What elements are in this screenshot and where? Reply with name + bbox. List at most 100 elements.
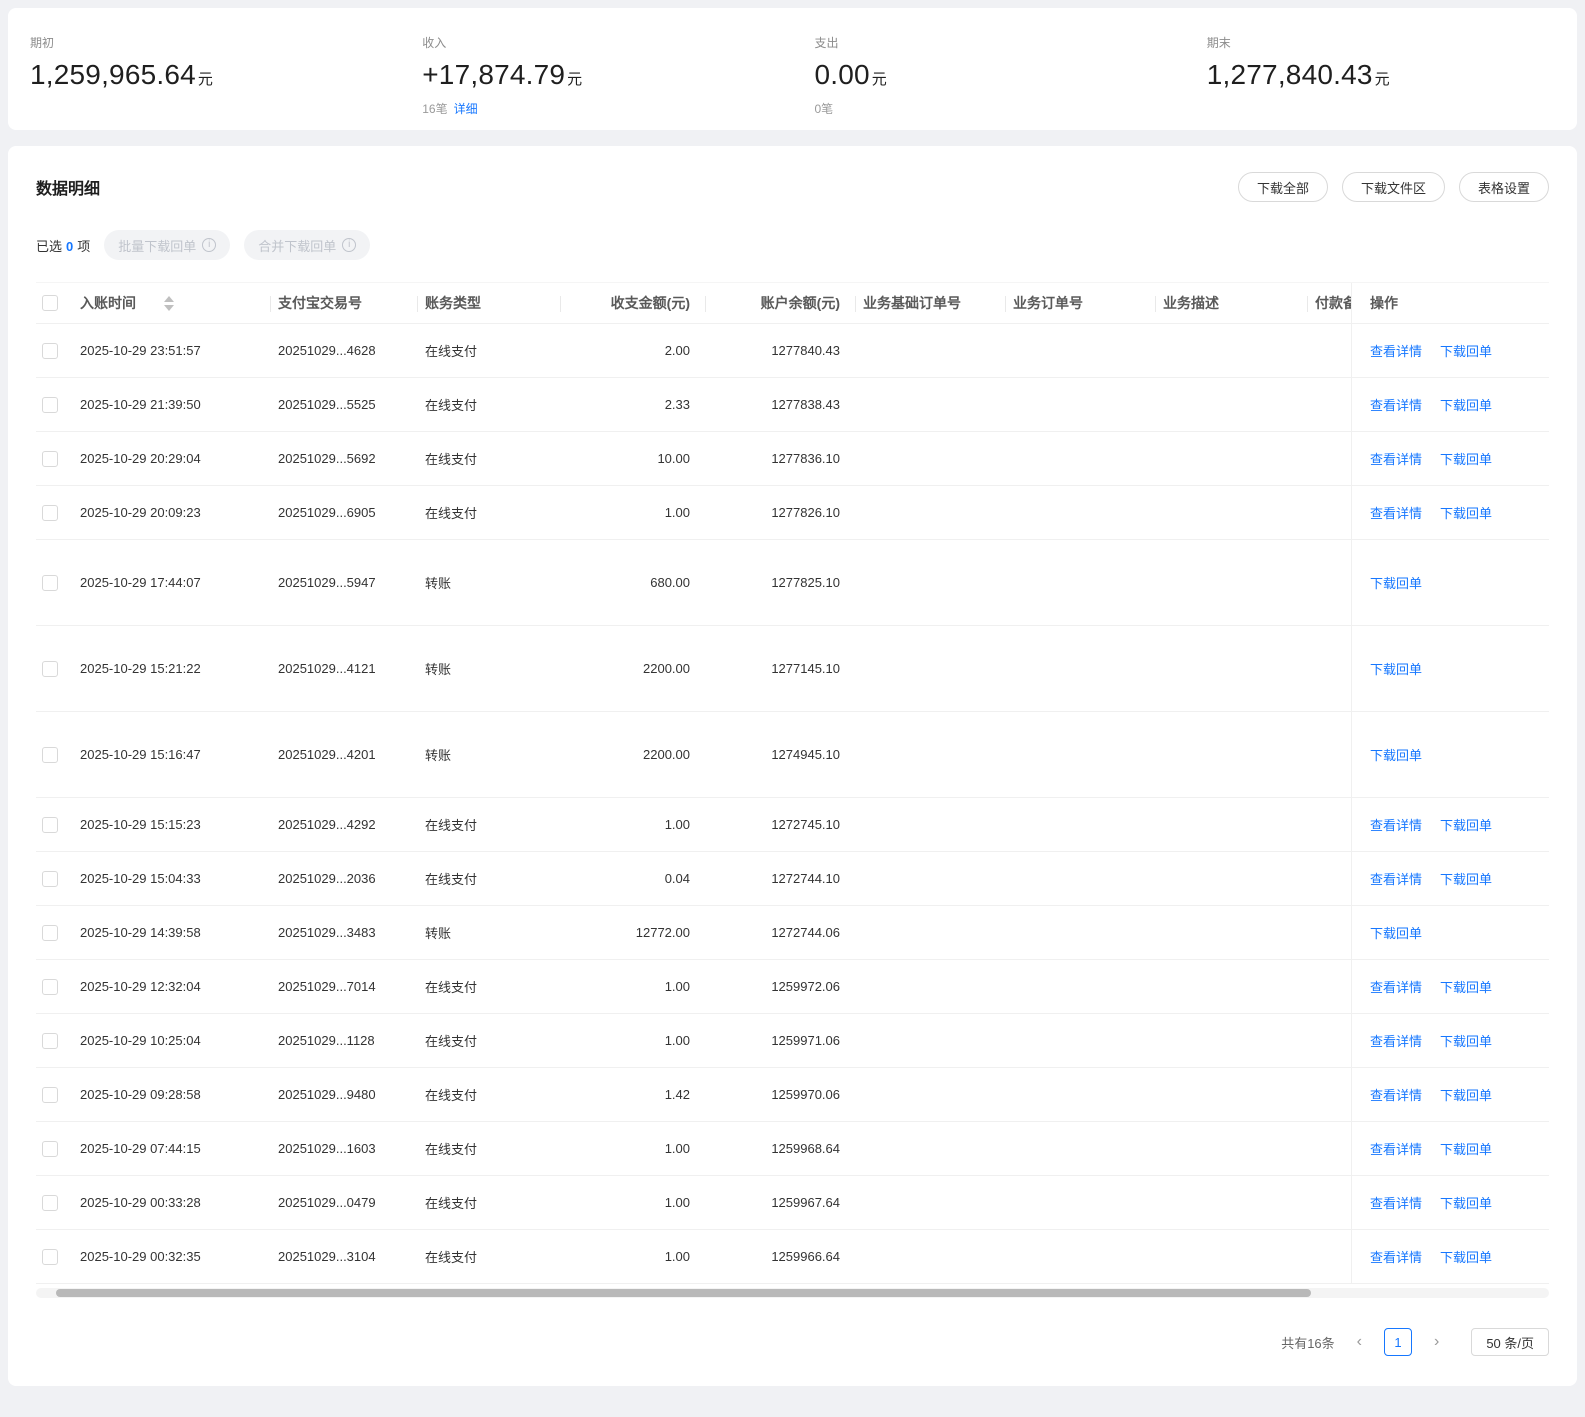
view-detail-link[interactable]: 查看详情 — [1370, 1031, 1422, 1050]
cell-type: 在线支付 — [425, 980, 478, 995]
row-checkbox[interactable] — [42, 660, 58, 677]
view-detail-link[interactable]: 查看详情 — [1370, 815, 1422, 834]
table-row: 2025-10-29 15:21:22 20251029...4121 转账 2… — [36, 626, 1549, 712]
income-detail-link[interactable]: 详细 — [454, 102, 478, 116]
cell-amount: 1.42 — [664, 1087, 690, 1102]
table-row: 2025-10-29 21:39:50 20251029...5525 在线支付… — [36, 378, 1549, 432]
row-checkbox[interactable] — [42, 1086, 58, 1103]
download-receipt-link[interactable]: 下载回单 — [1440, 869, 1492, 888]
view-detail-link[interactable]: 查看详情 — [1370, 869, 1422, 888]
currency-unit: 元 — [567, 71, 583, 88]
row-checkbox[interactable] — [42, 746, 58, 763]
table-settings-button[interactable]: 表格设置 — [1458, 172, 1549, 202]
row-checkbox[interactable] — [42, 1248, 58, 1265]
row-checkbox[interactable] — [42, 450, 58, 467]
download-all-button[interactable]: 下载全部 — [1237, 172, 1328, 202]
cell-biz-desc — [1155, 540, 1307, 625]
cell-type: 在线支付 — [425, 1034, 478, 1049]
table-row: 2025-10-29 09:28:58 20251029...9480 在线支付… — [36, 1068, 1549, 1122]
cell-balance: 1272744.10 — [771, 871, 840, 886]
cell-biz-desc — [1155, 960, 1307, 1013]
row-checkbox[interactable] — [42, 396, 58, 413]
download-receipt-link[interactable]: 下载回单 — [1370, 573, 1422, 592]
cell-txn: 20251029...1128 — [278, 1033, 375, 1048]
cell-time: 2025-10-29 21:39:50 — [80, 397, 201, 412]
view-detail-link[interactable]: 查看详情 — [1370, 341, 1422, 360]
row-checkbox[interactable] — [42, 1140, 58, 1157]
summary-ending: 期末 1,277,840.43 元 — [1185, 34, 1577, 114]
download-receipt-link[interactable]: 下载回单 — [1440, 1031, 1492, 1050]
header-buttons: 下载全部 下载文件区 表格设置 — [1237, 172, 1549, 202]
download-receipt-link[interactable]: 下载回单 — [1370, 659, 1422, 678]
download-receipt-link[interactable]: 下载回单 — [1440, 449, 1492, 468]
row-checkbox[interactable] — [42, 574, 58, 591]
prev-page-icon[interactable]: ‹ — [1357, 1333, 1362, 1351]
row-checkbox[interactable] — [42, 924, 58, 941]
cell-txn: 20251029...7014 — [278, 979, 376, 994]
horizontal-scrollbar[interactable] — [36, 1288, 1549, 1298]
cell-balance: 1259968.64 — [771, 1141, 840, 1156]
download-receipt-link[interactable]: 下载回单 — [1440, 503, 1492, 522]
download-receipt-link[interactable]: 下载回单 — [1440, 1247, 1492, 1266]
cell-amount: 1.00 — [664, 817, 690, 832]
expense-sub: 0笔 — [814, 102, 834, 116]
cell-balance: 1277838.43 — [771, 397, 840, 412]
view-detail-link[interactable]: 查看详情 — [1370, 1139, 1422, 1158]
view-detail-link[interactable]: 查看详情 — [1370, 1247, 1422, 1266]
cell-balance: 1259967.64 — [771, 1195, 840, 1210]
row-checkbox[interactable] — [42, 1032, 58, 1049]
row-checkbox[interactable] — [42, 978, 58, 995]
currency-unit: 元 — [197, 71, 214, 88]
current-page-button[interactable]: 1 — [1383, 1328, 1412, 1356]
cell-txn: 20251029...5692 — [278, 451, 376, 466]
cell-type: 在线支付 — [425, 452, 478, 467]
info-icon: i — [342, 238, 357, 252]
income-label: 收入 — [422, 36, 447, 50]
row-checkbox[interactable] — [42, 870, 58, 887]
cell-biz-desc — [1155, 1014, 1307, 1067]
summary-beginning: 期初 1,259,965.64 元 — [8, 34, 400, 114]
cell-time: 2025-10-29 23:51:57 — [80, 343, 201, 358]
view-detail-link[interactable]: 查看详情 — [1370, 395, 1422, 414]
row-checkbox[interactable] — [42, 816, 58, 833]
download-receipt-link[interactable]: 下载回单 — [1440, 815, 1492, 834]
cell-amount: 2200.00 — [643, 661, 690, 676]
download-receipt-link[interactable]: 下载回单 — [1440, 977, 1492, 996]
download-receipt-link[interactable]: 下载回单 — [1440, 341, 1492, 360]
row-checkbox[interactable] — [42, 504, 58, 521]
view-detail-link[interactable]: 查看详情 — [1370, 503, 1422, 522]
download-receipt-link[interactable]: 下载回单 — [1440, 1139, 1492, 1158]
select-all-checkbox[interactable] — [42, 295, 58, 311]
row-checkbox[interactable] — [42, 1194, 58, 1211]
cell-base-order — [855, 1068, 1005, 1121]
download-receipt-link[interactable]: 下载回单 — [1370, 745, 1422, 764]
view-detail-link[interactable]: 查看详情 — [1370, 1085, 1422, 1104]
column-header-time[interactable]: 入账时间 — [72, 283, 270, 323]
cell-amount: 2.00 — [664, 343, 690, 358]
next-page-icon[interactable]: › — [1434, 1333, 1439, 1351]
column-header-amount: 收支金额(元) — [560, 283, 705, 323]
download-receipt-link[interactable]: 下载回单 — [1440, 1085, 1492, 1104]
cell-payer-note — [1307, 1014, 1351, 1067]
cell-payer-note — [1307, 540, 1351, 625]
table-row: 2025-10-29 15:15:23 20251029...4292 在线支付… — [36, 798, 1549, 852]
cell-payer-note — [1307, 960, 1351, 1013]
scrollbar-thumb[interactable] — [55, 1289, 1312, 1297]
cell-biz-desc — [1155, 1068, 1307, 1121]
sort-icon[interactable] — [164, 295, 174, 311]
row-checkbox[interactable] — [42, 342, 58, 359]
merge-download-button[interactable]: 合并下载回单 i — [244, 230, 371, 260]
view-detail-link[interactable]: 查看详情 — [1370, 449, 1422, 468]
batch-download-button[interactable]: 批量下载回单 i — [104, 230, 231, 260]
summary-expense: 支出 0.00 元 0笔 — [793, 34, 1185, 116]
download-receipt-link[interactable]: 下载回单 — [1440, 395, 1492, 414]
download-receipt-link[interactable]: 下载回单 — [1440, 1193, 1492, 1212]
view-detail-link[interactable]: 查看详情 — [1370, 977, 1422, 996]
cell-base-order — [855, 626, 1005, 711]
download-zone-button[interactable]: 下载文件区 — [1341, 172, 1445, 202]
column-header-payer-note: 付款备注 — [1307, 283, 1351, 323]
total-count-text: 共有16条 — [1281, 1335, 1335, 1351]
page-size-select[interactable]: 50 条/页 — [1471, 1328, 1549, 1356]
view-detail-link[interactable]: 查看详情 — [1370, 1193, 1422, 1212]
download-receipt-link[interactable]: 下载回单 — [1370, 923, 1422, 942]
